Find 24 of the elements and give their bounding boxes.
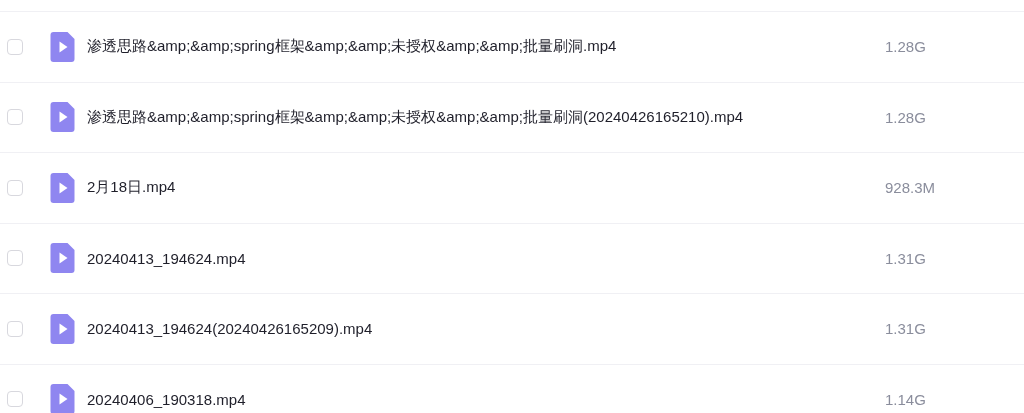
checkbox[interactable] bbox=[7, 179, 23, 196]
file-size: 1.14G bbox=[885, 390, 926, 408]
file-size: 1.31G bbox=[885, 320, 926, 338]
video-file-icon bbox=[50, 243, 75, 274]
checkbox[interactable] bbox=[7, 109, 23, 126]
checkbox[interactable] bbox=[7, 250, 23, 267]
file-name[interactable]: 渗透思路&amp;&amp;spring框架&amp;&amp;未授权&amp;&amp;批量刷洞(20240426165210).mp4 bbox=[87, 107, 877, 127]
video-file-icon bbox=[50, 102, 75, 133]
video-file-icon bbox=[50, 172, 75, 203]
video-file-icon bbox=[50, 313, 75, 344]
checkbox[interactable] bbox=[7, 320, 23, 337]
checkbox[interactable] bbox=[7, 38, 23, 55]
file-size: 1.28G bbox=[885, 108, 926, 126]
file-size: 1.31G bbox=[885, 249, 926, 267]
video-file-icon bbox=[50, 31, 75, 62]
file-name[interactable]: 20240413_194624.mp4 bbox=[87, 249, 877, 267]
video-file-icon bbox=[50, 384, 75, 413]
file-size: 928.3M bbox=[885, 179, 936, 197]
file-name[interactable]: 2月18日.mp4 bbox=[87, 178, 877, 198]
file-size: 1.28G bbox=[885, 38, 926, 56]
file-name[interactable]: 渗透思路&amp;&amp;spring框架&amp;&amp;未授权&amp;&amp;批量刷洞.mp4 bbox=[87, 37, 877, 57]
file-name[interactable]: 20240413_194624(20240426165209).mp4 bbox=[87, 320, 877, 338]
checkbox[interactable] bbox=[7, 391, 23, 408]
file-name[interactable]: 20240406_190318.mp4 bbox=[87, 390, 877, 408]
